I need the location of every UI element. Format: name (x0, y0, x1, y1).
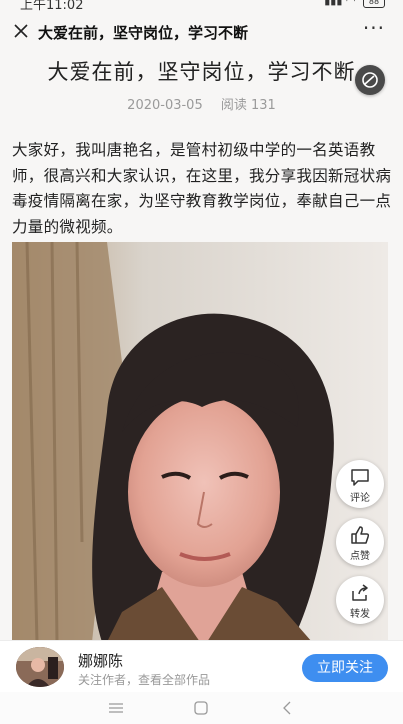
article-meta: 2020-03-05 阅读 131 (0, 94, 403, 113)
nav-bar: 大爱在前，坚守岗位，学习不断 ··· (0, 14, 403, 52)
close-icon[interactable] (10, 20, 32, 42)
author-name[interactable]: 娜娜陈 (78, 650, 123, 671)
share-button[interactable]: 转发 (336, 576, 384, 624)
read-count: 阅读 131 (220, 98, 276, 113)
battery-icon: 88 (363, 0, 385, 8)
system-nav-bar (0, 692, 403, 724)
wifi-icon: ◠ (345, 0, 356, 7)
like-button[interactable]: 点赞 (336, 518, 384, 566)
status-bar: 上午11:02 ▮▮▮ ◠ 88 (0, 0, 403, 14)
more-icon[interactable]: ··· (363, 16, 385, 40)
status-time: 上午11:02 (20, 0, 84, 13)
follow-button[interactable]: 立即关注 (302, 654, 388, 682)
share-label: 转发 (350, 609, 370, 620)
author-subtitle: 关注作者，查看全部作品 (78, 673, 211, 687)
like-icon (351, 526, 370, 544)
signal-icon: ▮▮▮ (324, 0, 343, 7)
like-label: 点赞 (350, 551, 370, 562)
article-title: 大爱在前，坚守岗位，学习不断 (47, 60, 356, 84)
music-disc-icon[interactable] (355, 65, 385, 95)
publish-date: 2020-03-05 (127, 98, 203, 113)
menu-icon[interactable] (108, 700, 124, 719)
comment-label: 评论 (350, 493, 370, 504)
back-icon[interactable] (280, 700, 296, 719)
page-indicator (193, 686, 211, 701)
article-intro: 大家好，我叫唐艳名，是管村初级中学的一名英语教师，很高兴和大家认识，在这里，我分… (12, 141, 392, 236)
author-bar: 娜娜陈 关注作者，查看全部作品 立即关注 (0, 640, 403, 692)
nav-title: 大爱在前，坚守岗位，学习不断 (38, 24, 249, 42)
status-icons: ▮▮▮ ◠ 88 (324, 0, 385, 8)
comment-button[interactable]: 评论 (336, 460, 384, 508)
article-photo (12, 242, 388, 642)
home-icon[interactable] (193, 700, 209, 719)
author-avatar[interactable] (16, 647, 64, 687)
comment-icon (351, 469, 369, 486)
share-icon (352, 584, 368, 601)
